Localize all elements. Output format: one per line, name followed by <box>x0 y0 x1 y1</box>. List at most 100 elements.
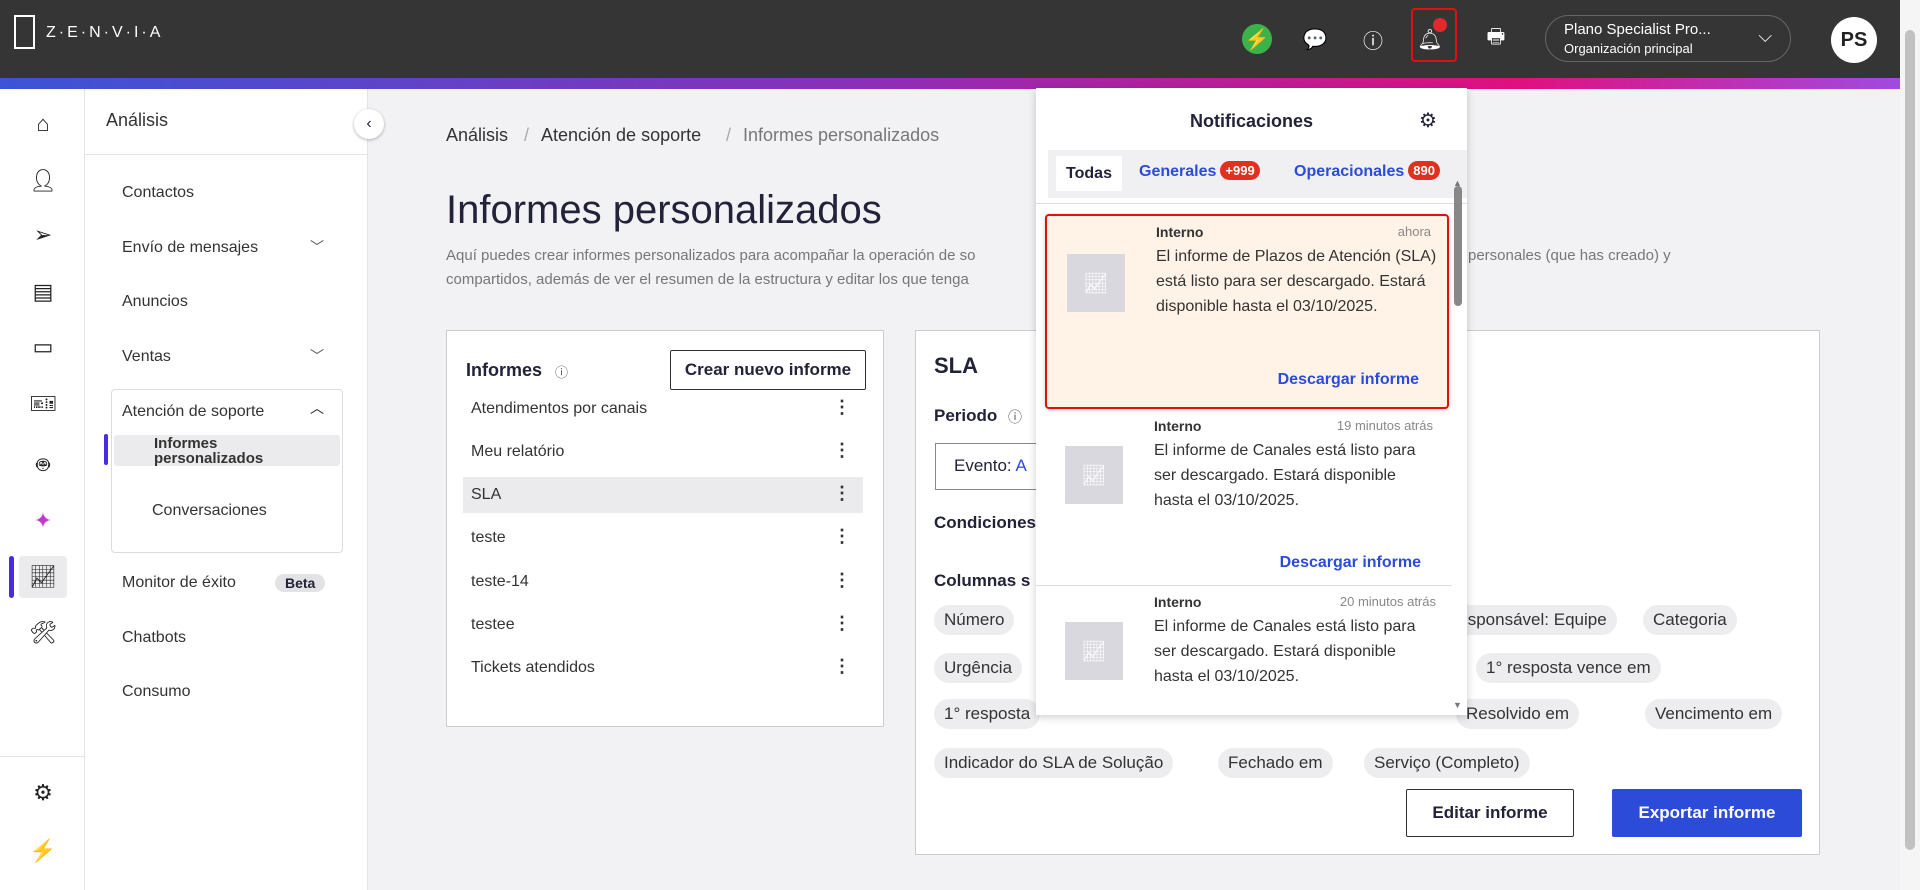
tab-todas[interactable]: Todas <box>1056 156 1122 191</box>
breadcrumb-atencion[interactable]: Atención de soporte <box>541 125 701 146</box>
notification-source: Interno <box>1156 224 1204 240</box>
more-options-icon[interactable]: ⋮ <box>833 613 851 634</box>
download-report-link[interactable]: Descargar informe <box>1278 371 1419 389</box>
chevron-down-icon[interactable]: ﹀ <box>310 237 324 257</box>
document-icon[interactable]: ▤ <box>22 271 64 313</box>
icon-rail: ⌂ 👤︎ ➢ ▤ ▭ 🎫︎ 🤖︎ ✦ 📈︎ 🛠︎ ⚙ ⚡ <box>0 89 85 890</box>
download-report-link[interactable]: Descargar informe <box>1280 554 1421 572</box>
scrollbar-thumb[interactable] <box>1905 30 1915 850</box>
event-value: A <box>1015 456 1027 475</box>
tab-generales[interactable]: Generales +999 <box>1139 161 1260 181</box>
column-chip: Número <box>934 605 1015 635</box>
more-options-icon[interactable]: ⋮ <box>833 570 851 591</box>
info-icon[interactable]: ⓘ <box>555 362 568 381</box>
notifications-popup: Notificaciones ⚙ Todas Generales +999 Ope… <box>1036 88 1467 715</box>
sidebar-item-envio[interactable]: Envío de mensajes <box>122 239 258 257</box>
report-name: testee <box>471 616 515 633</box>
column-chip: 1° resposta <box>934 699 1041 729</box>
report-list-item[interactable]: Tickets atendidos ⋮ <box>463 650 863 686</box>
sidebar-item-ventas[interactable]: Ventas <box>122 348 171 366</box>
breadcrumb-separator: / <box>726 125 732 145</box>
more-options-icon[interactable]: ⋮ <box>833 526 851 547</box>
notification-item[interactable]: 📈︎ Interno ahora El informe de Plazos de… <box>1045 214 1449 409</box>
column-chip: Serviço (Completo) <box>1364 748 1530 778</box>
chat-icon[interactable]: 💬 <box>1298 22 1332 56</box>
chart-icon[interactable]: 📈︎ <box>19 556 67 598</box>
collapse-sidebar-button[interactable]: ‹ <box>354 109 384 139</box>
sidebar-item-consumo[interactable]: Consumo <box>122 683 190 701</box>
report-list-item[interactable]: testee ⋮ <box>463 607 863 643</box>
breadcrumb-separator: / <box>524 125 530 145</box>
chart-icon: 📈︎ <box>1065 446 1123 504</box>
robot-icon[interactable]: 🤖︎ <box>22 444 64 486</box>
report-list-item[interactable]: Atendimentos por canais ⋮ <box>463 391 863 427</box>
organization-selector[interactable]: Plano Specialist Pro... Organización pri… <box>1545 15 1791 62</box>
reports-title: Informes <box>466 360 543 380</box>
active-indicator <box>9 556 14 598</box>
sidebar-item-chatbots[interactable]: Chatbots <box>122 629 186 647</box>
notification-message: El informe de Canales está listo para se… <box>1154 618 1416 685</box>
notification-item[interactable]: 📈︎ Interno 19 minutos atrás El informe d… <box>1045 410 1449 584</box>
sidebar-group-atencion: Atención de soporte ︿ Informes personali… <box>111 389 343 553</box>
tab-operacionales[interactable]: Operacionales 890 <box>1294 161 1440 181</box>
sparkles-icon[interactable]: ✦ <box>22 500 64 542</box>
breadcrumb-analisis[interactable]: Análisis <box>446 125 508 146</box>
export-report-button[interactable]: Exportar informe <box>1612 789 1802 837</box>
home-icon[interactable]: ⌂ <box>22 103 64 145</box>
help-icon[interactable]: ⓘ <box>1356 22 1390 56</box>
lightning-icon[interactable]: ⚡ <box>22 830 64 872</box>
page-scrollbar[interactable] <box>1900 0 1920 890</box>
info-icon[interactable]: ⓘ <box>1008 407 1022 427</box>
column-chip: Urgência <box>934 653 1023 683</box>
bolt-icon[interactable]: ⚡ <box>1240 22 1274 56</box>
period-label: Periodo <box>934 406 998 425</box>
scrollbar-thumb[interactable] <box>1454 186 1462 306</box>
column-chip: Resolvido em <box>1456 699 1579 729</box>
sidebar-item-informes-personalizados[interactable]: Informes personalizados <box>114 435 340 466</box>
tab-label: Generales <box>1139 163 1217 180</box>
notification-dot <box>1433 18 1447 32</box>
report-name: SLA <box>471 486 502 503</box>
notification-time: 20 minutos atrás <box>1339 594 1436 609</box>
chart-icon: 📈︎ <box>1067 254 1125 312</box>
report-list-item[interactable]: SLA ⋮ <box>463 477 863 513</box>
sidebar-item-atencion[interactable]: Atención de soporte <box>122 403 264 421</box>
gear-icon[interactable]: ⚙ <box>22 772 64 814</box>
more-options-icon[interactable]: ⋮ <box>833 397 851 418</box>
more-options-icon[interactable]: ⋮ <box>833 483 851 504</box>
sidebar-item-contactos[interactable]: Contactos <box>122 184 194 202</box>
scroll-down-icon[interactable]: ▼ <box>1453 700 1463 710</box>
chevron-up-icon[interactable]: ︿ <box>310 398 324 418</box>
ticket-icon[interactable]: 🎫︎ <box>22 383 64 425</box>
report-list-item[interactable]: teste ⋮ <box>463 520 863 556</box>
message-icon[interactable]: ▭ <box>22 326 64 368</box>
more-options-icon[interactable]: ⋮ <box>833 656 851 677</box>
count-badge: +999 <box>1220 161 1260 180</box>
notification-time: ahora <box>1397 224 1431 239</box>
page-title: Informes personalizados <box>446 188 882 232</box>
send-icon[interactable]: ➢ <box>22 214 64 256</box>
column-chip: Categoria <box>1643 605 1737 635</box>
user-icon[interactable]: 👤︎ <box>22 160 64 202</box>
more-options-icon[interactable]: ⋮ <box>833 440 851 461</box>
notification-source: Interno <box>1154 418 1202 434</box>
sidebar-item-anuncios[interactable]: Anuncios <box>122 293 188 311</box>
beta-badge: Beta <box>275 574 326 592</box>
divider <box>85 154 368 155</box>
notification-item[interactable]: 📈︎ Interno 20 minutos atrás El informe d… <box>1036 585 1452 715</box>
sidebar-item-conversaciones[interactable]: Conversaciones <box>152 502 267 520</box>
edit-report-button[interactable]: Editar informe <box>1406 789 1574 837</box>
create-report-button[interactable]: Crear nuevo informe <box>670 350 866 390</box>
report-list-item[interactable]: teste-14 ⋮ <box>463 564 863 600</box>
avatar[interactable]: PS <box>1831 17 1877 63</box>
sidebar-item-monitor[interactable]: Monitor de éxito <box>122 574 236 592</box>
tools-icon[interactable]: 🛠︎ <box>22 612 64 654</box>
notification-source: Interno <box>1154 594 1202 610</box>
event-label: Evento: <box>954 456 1012 475</box>
gear-icon[interactable]: ⚙ <box>1419 108 1437 133</box>
printer-icon[interactable]: 🖶 <box>1479 22 1513 56</box>
brand-name: Z·E·N·V·I·A <box>46 24 164 41</box>
chevron-down-icon[interactable]: ﹀ <box>310 346 324 366</box>
breadcrumb-current: Informes personalizados <box>743 125 940 145</box>
report-list-item[interactable]: Meu relatório ⋮ <box>463 434 863 470</box>
